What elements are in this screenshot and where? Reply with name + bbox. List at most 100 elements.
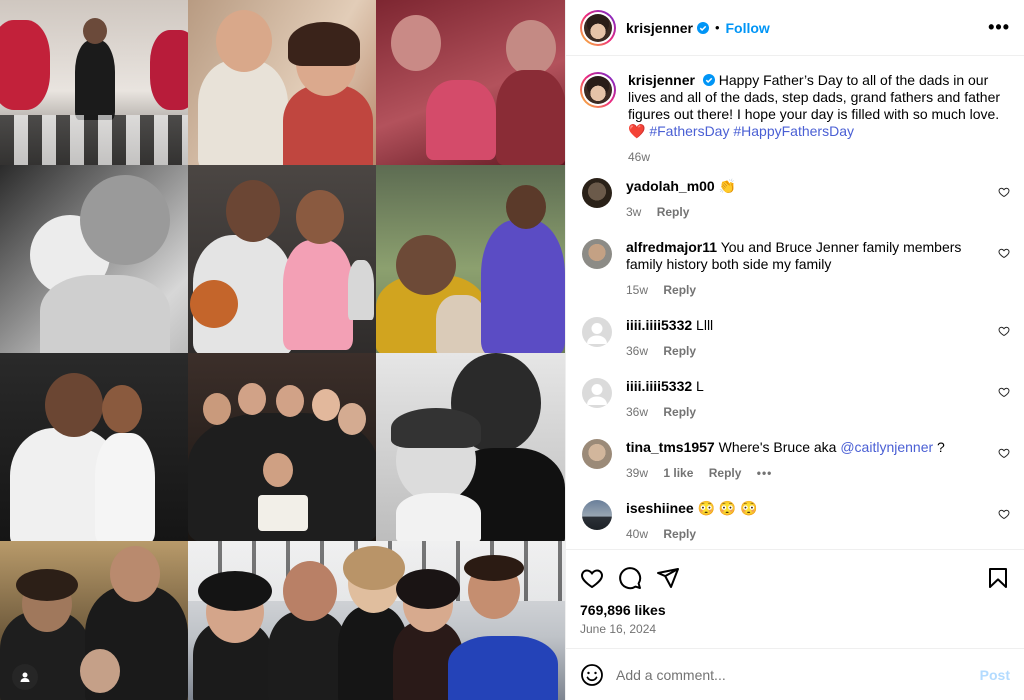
- comment-time: 36w: [626, 405, 649, 419]
- like-comment-heart-icon[interactable]: [998, 508, 1010, 520]
- comment-username[interactable]: iiii.iiii5332: [626, 378, 692, 394]
- author-username[interactable]: krisjenner: [626, 20, 693, 36]
- verified-badge-icon: [696, 21, 709, 34]
- like-heart-icon[interactable]: [580, 566, 604, 590]
- more-options-icon[interactable]: •••: [988, 17, 1010, 38]
- comment-meta: 40w Reply: [626, 527, 976, 541]
- comment-likes[interactable]: 1 like: [663, 466, 693, 480]
- comment-item: tina_tms1957 Where's Bruce aka @caitlynj…: [580, 439, 1010, 480]
- comment-username[interactable]: iseshiinee: [626, 500, 694, 516]
- comment-time: 40w: [626, 527, 649, 541]
- post-actions: 769,896 likes June 16, 2024: [566, 549, 1024, 636]
- author-avatar[interactable]: [580, 9, 616, 46]
- caption-username[interactable]: krisjenner: [628, 72, 695, 88]
- collage-photo: [0, 165, 188, 353]
- post-details-panel: krisjenner • Follow ••• krisjenner Happy…: [565, 0, 1024, 700]
- commenter-avatar[interactable]: [582, 439, 612, 469]
- collage-photo: [188, 353, 376, 541]
- comment-text: iiii.iiii5332 L: [626, 378, 976, 395]
- post-date: June 16, 2024: [580, 622, 657, 636]
- comment-time: 39w: [626, 466, 649, 480]
- share-paper-plane-icon[interactable]: [656, 566, 680, 590]
- comment-body-end: ?: [933, 439, 945, 455]
- comment-username[interactable]: yadolah_m00: [626, 178, 715, 194]
- comment-bubble-icon[interactable]: [618, 566, 642, 590]
- post-modal: krisjenner • Follow ••• krisjenner Happy…: [0, 0, 1024, 700]
- reply-button[interactable]: Reply: [657, 205, 690, 219]
- commenter-avatar[interactable]: [582, 500, 612, 530]
- comment-text: tina_tms1957 Where's Bruce aka @caitlynj…: [626, 439, 976, 456]
- comment-meta: 36w Reply: [626, 405, 976, 419]
- likes-count[interactable]: 769,896 likes: [580, 602, 1010, 618]
- comments-list[interactable]: krisjenner Happy Father’s Day to all of …: [566, 56, 1024, 549]
- collage-photo: [0, 0, 188, 165]
- like-comment-heart-icon[interactable]: [998, 186, 1010, 198]
- collage-photo: [188, 165, 376, 353]
- comment-meta: 15w Reply: [626, 283, 976, 297]
- comment-item: alfredmajor11 You and Bruce Jenner famil…: [580, 239, 1010, 297]
- mention-link[interactable]: @caitlynjenner: [840, 439, 933, 455]
- like-comment-heart-icon[interactable]: [998, 325, 1010, 337]
- collage-photo: [0, 353, 188, 541]
- verified-badge-icon: [702, 74, 715, 86]
- reply-button[interactable]: Reply: [663, 527, 696, 541]
- comment-time: 15w: [626, 283, 649, 297]
- author-avatar[interactable]: [580, 72, 616, 108]
- comment-body: L: [696, 378, 704, 394]
- collage-photo: [188, 541, 565, 700]
- comment-body: Where's Bruce aka: [718, 439, 841, 455]
- comment-meta: 3w Reply: [626, 205, 976, 219]
- red-heart-emoji: ❤️: [628, 123, 646, 139]
- default-avatar-icon[interactable]: [582, 317, 612, 347]
- collage-photo: [188, 0, 376, 165]
- comment-time: 36w: [626, 344, 649, 358]
- reply-button[interactable]: Reply: [709, 466, 742, 480]
- like-comment-heart-icon[interactable]: [998, 247, 1010, 259]
- comment-meta: 39w 1 like Reply •••: [626, 466, 976, 480]
- comment-username[interactable]: tina_tms1957: [626, 439, 715, 455]
- hashtag-link[interactable]: #FathersDay: [649, 123, 729, 139]
- follow-button[interactable]: Follow: [726, 20, 770, 36]
- separator-dot: •: [714, 20, 720, 35]
- tagged-user-icon[interactable]: [12, 664, 38, 690]
- comment-item: iiii.iiii5332 L 36w Reply: [580, 378, 1010, 419]
- caption-text: krisjenner Happy Father’s Day to all of …: [628, 72, 1008, 140]
- comment-body: Llll: [696, 317, 714, 333]
- commenter-avatar[interactable]: [582, 178, 612, 208]
- emoji-picker-icon[interactable]: [580, 663, 604, 687]
- reply-button[interactable]: Reply: [663, 283, 696, 297]
- collage-photo: [376, 0, 565, 165]
- commenter-avatar[interactable]: [582, 239, 612, 269]
- comment-text: iiii.iiii5332 Llll: [626, 317, 976, 334]
- comment-time: 3w: [626, 205, 642, 219]
- comment-composer: Post: [566, 648, 1024, 700]
- comment-item: iiii.iiii5332 Llll 36w Reply: [580, 317, 1010, 358]
- caption-time: 46w: [628, 150, 651, 164]
- comment-meta: 36w Reply: [626, 344, 976, 358]
- comment-item: iseshiinee 😳 😳 😳 40w Reply: [580, 500, 1010, 541]
- default-avatar-icon[interactable]: [582, 378, 612, 408]
- save-bookmark-icon[interactable]: [986, 566, 1010, 590]
- add-comment-input[interactable]: [616, 666, 980, 683]
- collage-photo: [376, 165, 565, 353]
- post-comment-button[interactable]: Post: [980, 667, 1010, 683]
- post-caption: krisjenner Happy Father’s Day to all of …: [580, 72, 1010, 164]
- comment-text: alfredmajor11 You and Bruce Jenner famil…: [626, 239, 976, 273]
- action-icons: [580, 558, 1010, 598]
- reply-button[interactable]: Reply: [663, 344, 696, 358]
- hashtag-link[interactable]: #HappyFathersDay: [733, 123, 854, 139]
- collage-photo: [376, 353, 565, 541]
- comment-body: 👏: [718, 178, 737, 194]
- comment-username[interactable]: iiii.iiii5332: [626, 317, 692, 333]
- comment-more-icon[interactable]: •••: [757, 466, 773, 480]
- comment-text: yadolah_m00 👏: [626, 178, 976, 195]
- comment-username[interactable]: alfredmajor11: [626, 239, 717, 255]
- reply-button[interactable]: Reply: [663, 405, 696, 419]
- comment-text: iseshiinee 😳 😳 😳: [626, 500, 976, 517]
- post-header: krisjenner • Follow •••: [566, 0, 1024, 56]
- post-photo-collage[interactable]: [0, 0, 565, 700]
- like-comment-heart-icon[interactable]: [998, 447, 1010, 459]
- comment-item: yadolah_m00 👏 3w Reply: [580, 178, 1010, 219]
- comment-body: 😳 😳 😳: [697, 500, 758, 516]
- like-comment-heart-icon[interactable]: [998, 386, 1010, 398]
